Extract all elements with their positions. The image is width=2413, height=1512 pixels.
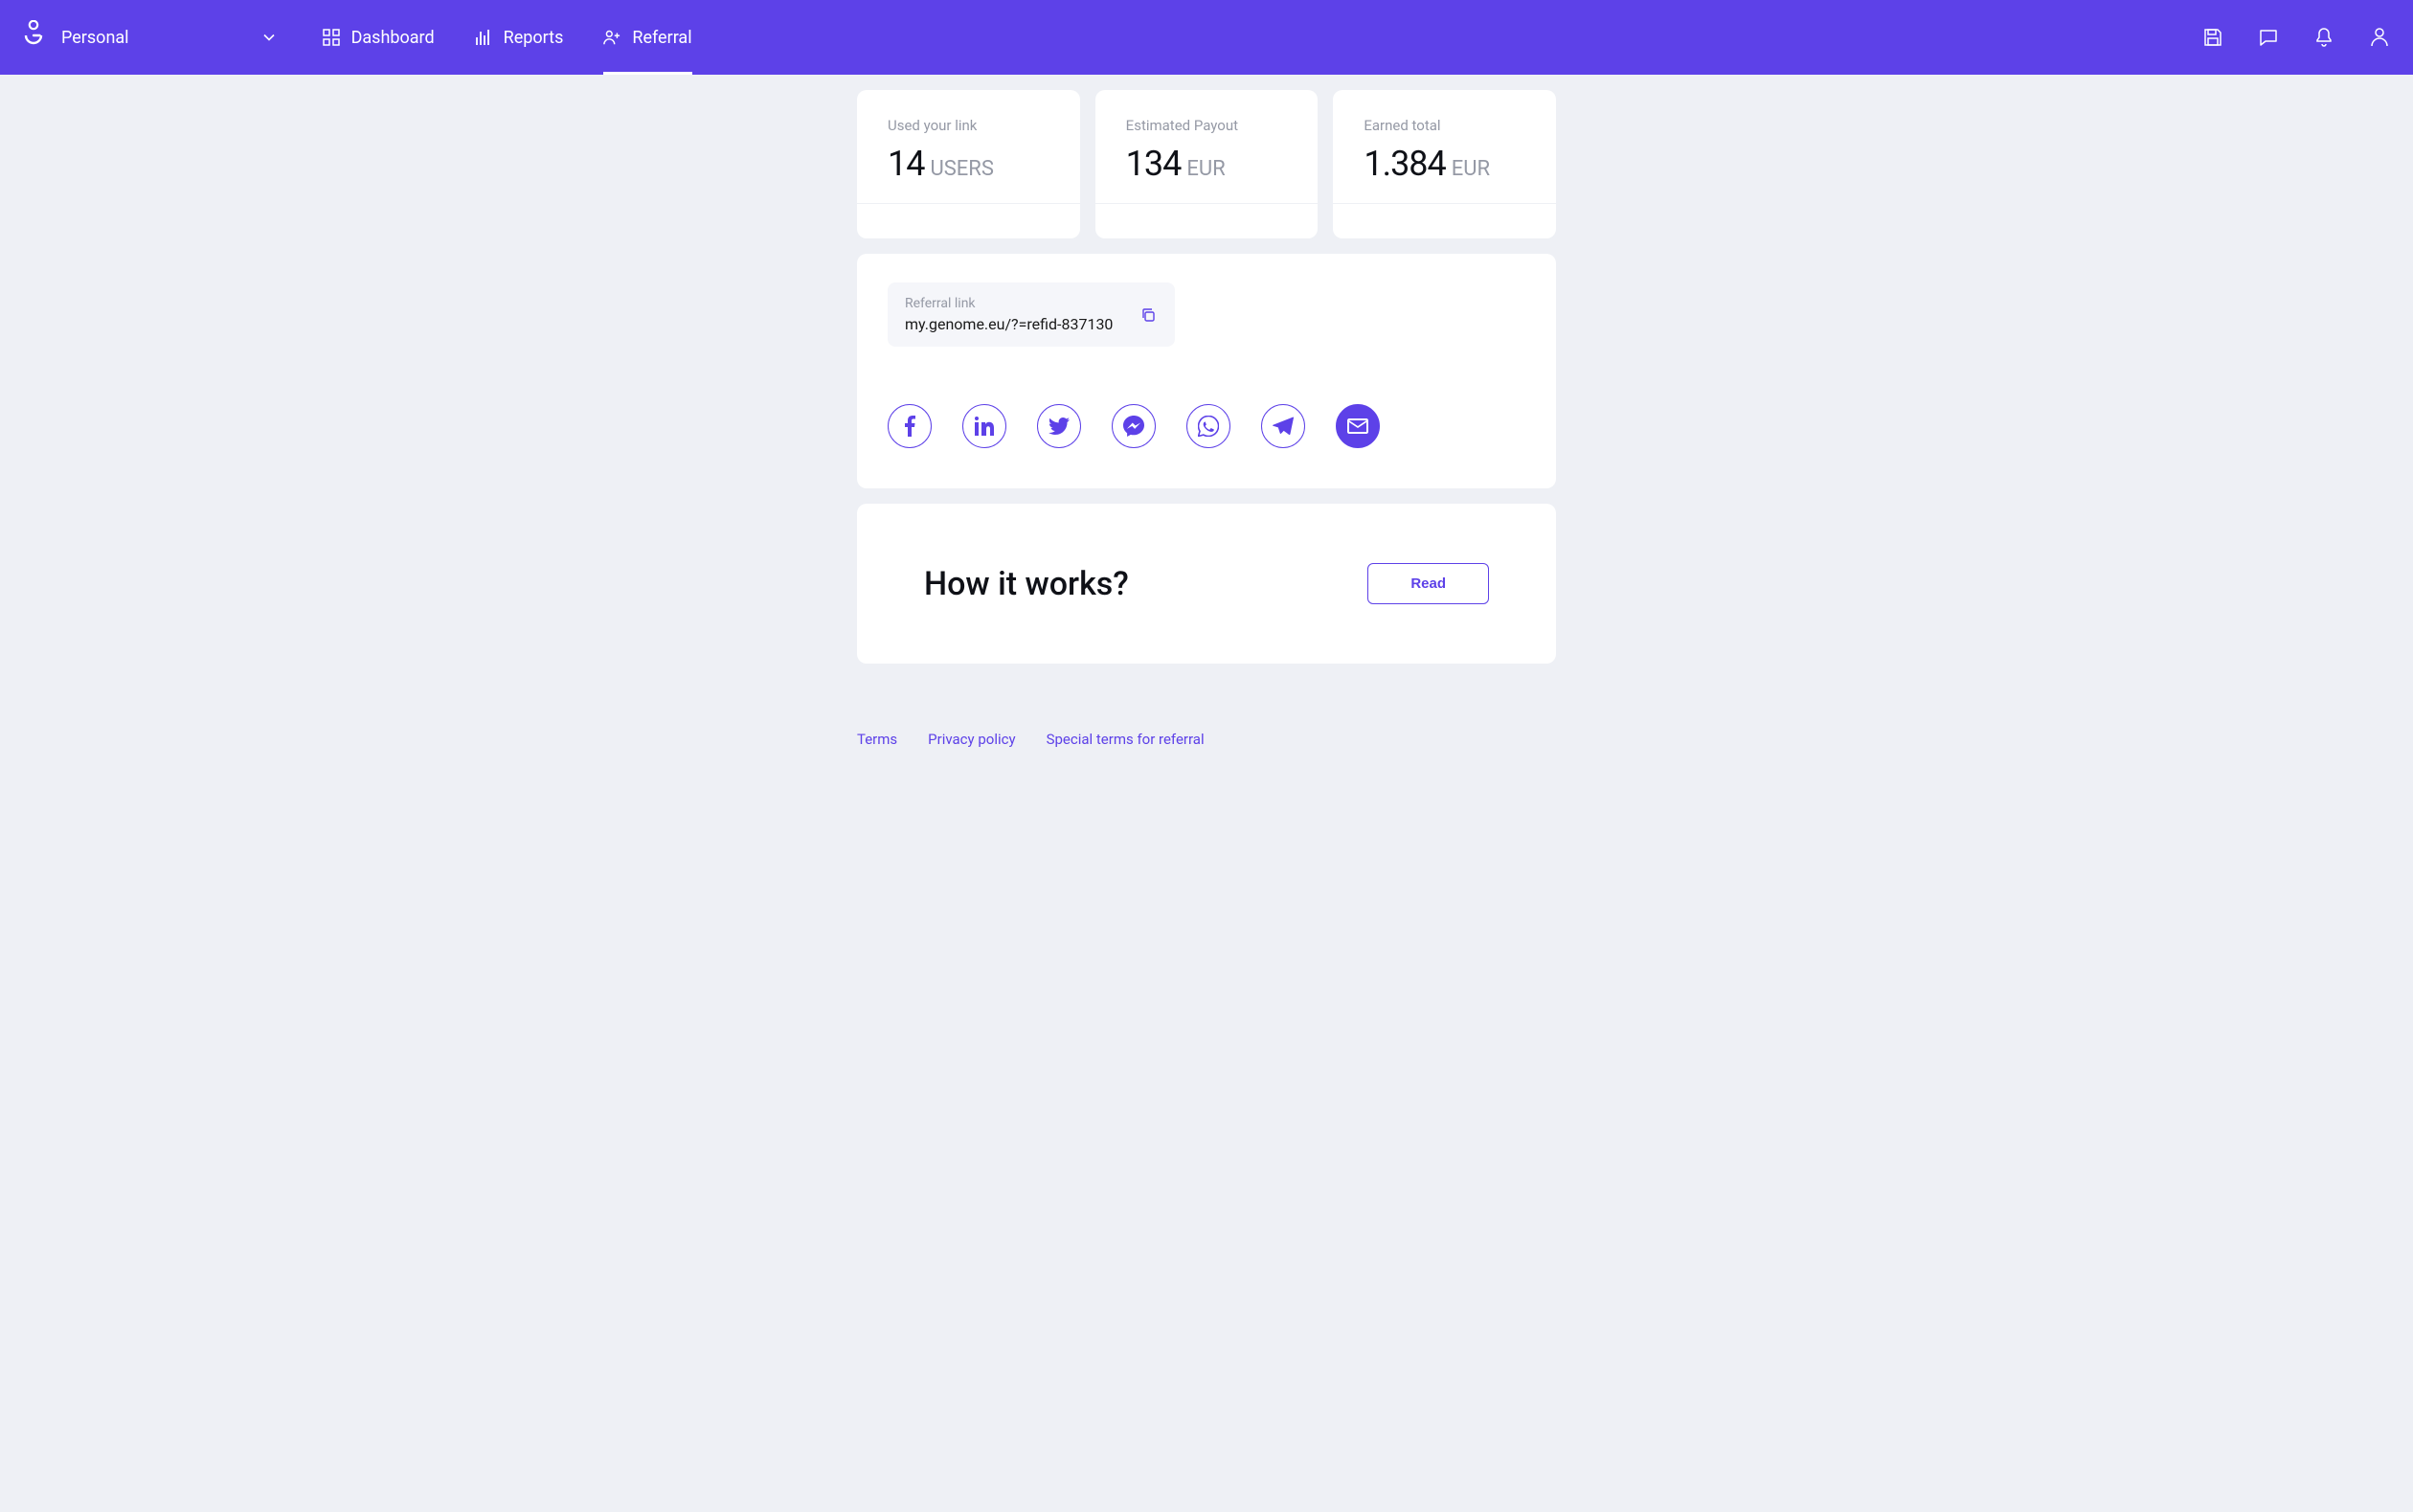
stat-value: 1.384 <box>1364 144 1445 184</box>
share-linkedin[interactable] <box>962 404 1006 448</box>
stat-unit: EUR <box>1186 157 1225 181</box>
nav-dashboard-label: Dashboard <box>351 28 435 48</box>
share-email[interactable] <box>1336 404 1380 448</box>
stat-earned-total: Earned total 1.384 EUR <box>1333 90 1556 238</box>
read-button[interactable]: Read <box>1367 563 1489 604</box>
workspace-switcher[interactable]: Personal <box>61 28 275 48</box>
stat-estimated-payout: Estimated Payout 134 EUR <box>1095 90 1319 238</box>
share-twitter[interactable] <box>1037 404 1081 448</box>
share-telegram[interactable] <box>1261 404 1305 448</box>
main-nav: Dashboard Reports <box>323 0 692 75</box>
stat-used-link: Used your link 14 USERS <box>857 90 1080 238</box>
how-it-works-card: How it works? Read <box>857 504 1556 664</box>
how-it-works-title: How it works? <box>924 565 1129 603</box>
chevron-down-icon <box>263 32 275 43</box>
stat-label: Used your link <box>888 117 1049 134</box>
bell-icon[interactable] <box>2313 27 2334 48</box>
share-messenger[interactable] <box>1112 404 1156 448</box>
app-header: Personal Dashboard <box>0 0 2413 75</box>
referral-link-label: Referral link <box>905 296 1113 311</box>
save-icon[interactable] <box>2202 27 2223 48</box>
footer-special[interactable]: Special terms for referral <box>1047 731 1205 748</box>
nav-referral-label: Referral <box>632 28 691 48</box>
share-row <box>888 404 1525 448</box>
stats-row: Used your link 14 USERS Estimated Payout… <box>857 90 1556 238</box>
nav-referral[interactable]: Referral <box>603 0 691 75</box>
nav-reports-label: Reports <box>504 28 564 48</box>
nav-reports[interactable]: Reports <box>475 0 564 75</box>
share-facebook[interactable] <box>888 404 932 448</box>
referral-link-value: my.genome.eu/?=refid-837130 <box>905 315 1113 333</box>
copy-button[interactable] <box>1139 305 1158 325</box>
nav-dashboard[interactable]: Dashboard <box>323 0 435 75</box>
share-whatsapp[interactable] <box>1186 404 1230 448</box>
stat-unit: USERS <box>930 157 993 181</box>
chat-icon[interactable] <box>2258 27 2279 48</box>
main-content: Used your link 14 USERS Estimated Payout… <box>857 75 1556 815</box>
stat-label: Earned total <box>1364 117 1525 134</box>
footer-terms[interactable]: Terms <box>857 731 897 748</box>
header-actions <box>2202 27 2390 48</box>
stat-unit: EUR <box>1452 157 1490 181</box>
referral-icon <box>603 29 620 46</box>
workspace-label: Personal <box>61 28 129 48</box>
user-icon[interactable] <box>2369 27 2390 48</box>
referral-card: Referral link my.genome.eu/?=refid-83713… <box>857 254 1556 488</box>
stat-value: 134 <box>1126 144 1182 184</box>
referral-link-box: Referral link my.genome.eu/?=refid-83713… <box>888 282 1175 347</box>
footer-privacy[interactable]: Privacy policy <box>928 731 1015 748</box>
stat-value: 14 <box>888 144 924 184</box>
dashboard-icon <box>323 29 340 46</box>
reports-icon <box>475 29 492 46</box>
stat-label: Estimated Payout <box>1126 117 1288 134</box>
logo-icon <box>23 20 44 55</box>
footer-links: Terms Privacy policy Special terms for r… <box>857 731 1556 748</box>
